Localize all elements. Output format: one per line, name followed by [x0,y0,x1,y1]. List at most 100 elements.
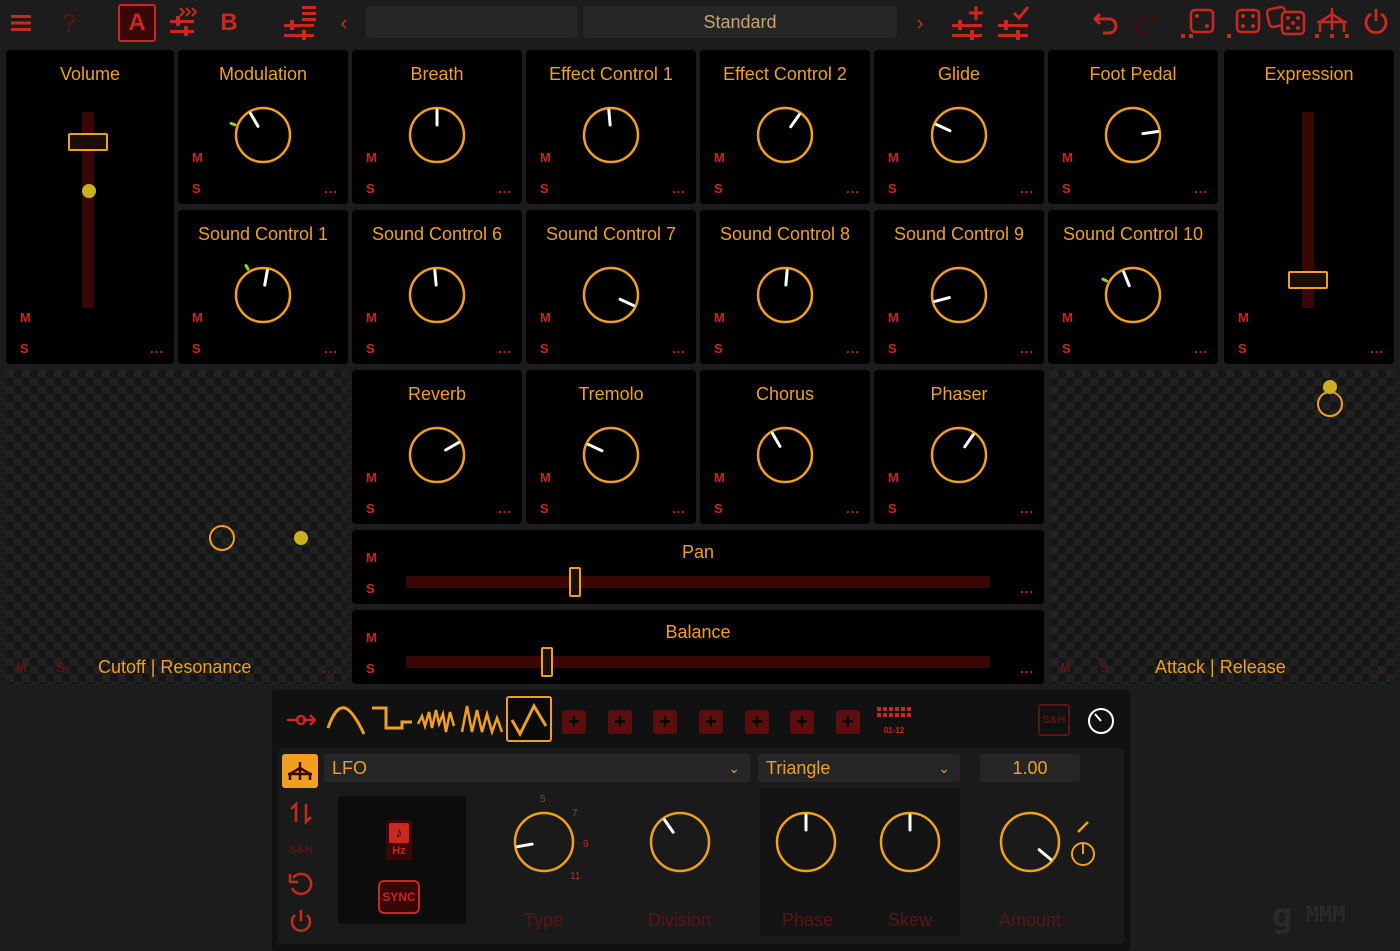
more-button[interactable]: ... [150,341,164,356]
volume-slider-thumb[interactable] [68,133,108,151]
phaser-knob[interactable] [930,426,988,484]
more-button[interactable]: ... [1020,581,1034,596]
mute-button[interactable]: M [16,660,27,675]
foot-knob[interactable] [1104,106,1162,164]
preset-category-dropdown[interactable] [366,6,578,38]
modulation-knob[interactable] [229,106,292,164]
sc6-knob[interactable] [408,266,466,324]
undo-icon[interactable] [1092,0,1120,46]
more-button[interactable]: ... [846,501,860,516]
redo-icon[interactable] [1132,0,1160,46]
sample-hold-button[interactable]: S&H [1038,704,1070,736]
amount-value-field[interactable]: 1.00 [980,754,1080,782]
sample-hold-label[interactable]: S&H [286,844,316,856]
routing-icon[interactable] [1314,0,1350,46]
waveform-triangle-button[interactable] [506,696,552,742]
more-button[interactable]: ... [1194,181,1208,196]
xy-handle[interactable] [209,525,235,551]
solo-button[interactable]: S [192,341,201,356]
solo-button[interactable]: S [192,181,201,196]
solo-button[interactable]: S [1062,341,1071,356]
solo-button[interactable]: S [540,181,549,196]
bypass-power-icon[interactable] [286,906,316,942]
more-button[interactable]: ... [846,341,860,356]
tremolo-knob[interactable] [582,426,640,484]
preset-a-button[interactable]: A [118,4,156,42]
mute-button[interactable]: M [1060,660,1071,675]
mute-button[interactable]: M [366,630,377,645]
prev-preset-button[interactable]: ‹ [336,0,352,46]
mute-button[interactable]: M [20,310,31,325]
effect1-knob[interactable] [582,106,640,164]
preset-list-icon[interactable] [282,0,318,46]
modulator-source-select[interactable]: LFO ⌄ [324,754,750,782]
add-preset-icon[interactable] [950,0,986,46]
waveform-noise-icon[interactable] [416,698,460,742]
more-button[interactable]: ... [1370,661,1384,676]
solo-button[interactable]: S [714,341,723,356]
xy-pad-cutoff-resonance[interactable]: M S Cutoff | Resonance ... [6,370,346,684]
solo-button[interactable]: S [56,660,65,675]
solo-button[interactable]: S [540,501,549,516]
next-preset-button[interactable]: › [912,0,928,46]
waveform-shape-select[interactable]: Triangle ⌄ [758,754,960,782]
more-button[interactable]: ... [324,341,338,356]
mute-button[interactable]: M [888,470,899,485]
preset-name-dropdown[interactable]: Standard [583,6,897,38]
mute-button[interactable]: M [366,470,377,485]
invert-icon[interactable] [286,798,316,834]
sc9-knob[interactable] [930,266,988,324]
save-preset-icon[interactable] [996,0,1032,46]
copy-a-to-b-icon[interactable] [168,0,198,46]
division-knob[interactable] [649,811,711,873]
mute-button[interactable]: M [888,150,899,165]
more-button[interactable]: ... [1194,341,1208,356]
expression-slider-thumb[interactable] [1288,271,1328,289]
mute-button[interactable]: M [192,310,203,325]
sync-button[interactable]: SYNC [378,880,420,914]
solo-button[interactable]: S [714,501,723,516]
solo-button[interactable]: S [888,341,897,356]
amount-knob[interactable] [999,811,1061,873]
glide-knob[interactable] [930,106,988,164]
more-button[interactable]: ... [1020,501,1034,516]
pan-slider-thumb[interactable] [569,567,581,597]
solo-button[interactable]: S [366,341,375,356]
solo-button[interactable]: S [1238,341,1247,356]
add-slot-button[interactable]: + [608,710,632,734]
sc8-knob[interactable] [756,266,814,324]
preset-b-button[interactable]: B [216,0,242,46]
balance-slider-thumb[interactable] [541,647,553,677]
waveform-square-icon[interactable] [370,698,414,742]
randomize-more-icon[interactable] [1226,0,1262,46]
routing-toggle-button[interactable] [282,754,318,788]
chorus-knob[interactable] [756,426,814,484]
more-button[interactable]: ... [1020,181,1034,196]
mute-button[interactable]: M [888,310,899,325]
more-button[interactable]: ... [498,181,512,196]
solo-button[interactable]: S [888,501,897,516]
breath-knob[interactable] [408,106,466,164]
waveform-random-icon[interactable] [460,698,504,742]
more-button[interactable]: ... [498,501,512,516]
more-button[interactable]: ... [1370,341,1384,356]
sc10-knob[interactable] [1101,266,1162,324]
mute-button[interactable]: M [540,150,551,165]
reverb-knob[interactable] [408,426,466,484]
add-slot-button[interactable]: + [699,710,723,734]
add-slot-button[interactable]: + [790,710,814,734]
solo-button[interactable]: S [1100,660,1109,675]
solo-button[interactable]: S [714,181,723,196]
xy-pad-attack-release[interactable]: M S Attack | Release ... [1050,370,1394,684]
dice-icon[interactable] [1266,0,1308,46]
more-button[interactable]: ... [672,341,686,356]
solo-button[interactable]: S [540,341,549,356]
help-icon[interactable]: ? [58,0,80,46]
add-slot-button[interactable]: + [653,710,677,734]
add-slot-button[interactable]: + [745,710,769,734]
type-knob[interactable] [513,811,575,873]
sc7-knob[interactable] [582,266,640,324]
solo-button[interactable]: S [366,501,375,516]
effect2-knob[interactable] [756,106,814,164]
balance-track[interactable] [406,656,990,668]
